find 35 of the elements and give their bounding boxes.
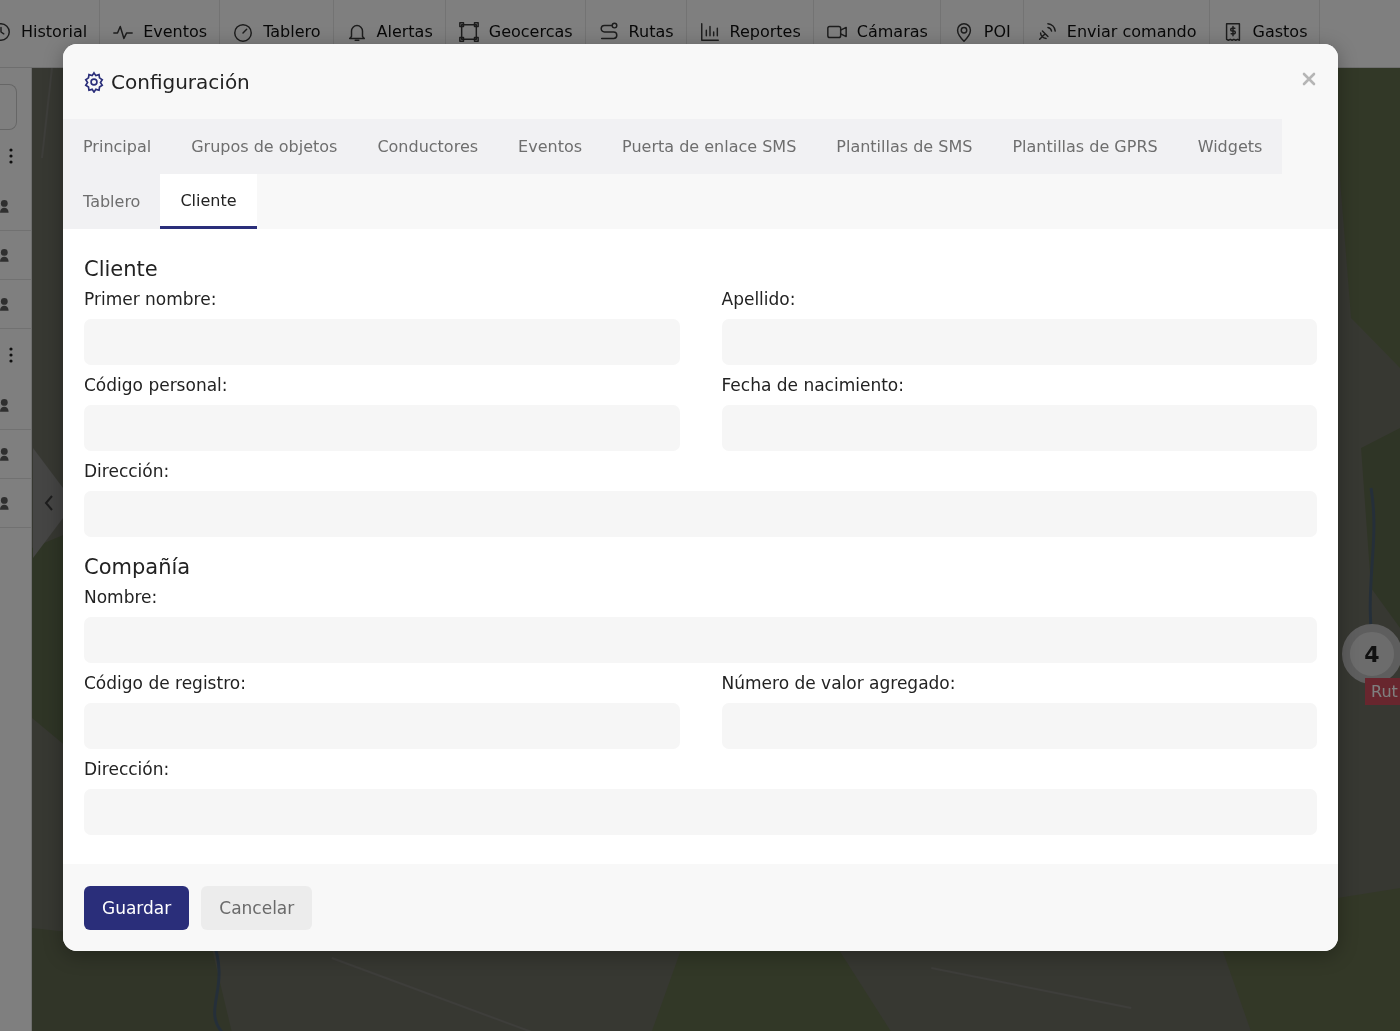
tab[interactable]: Tablero bbox=[63, 174, 161, 229]
tab[interactable]: Widgets bbox=[1177, 119, 1283, 174]
dialog-title: Configuración bbox=[111, 69, 251, 94]
sidebar-button[interactable] bbox=[0, 84, 17, 130]
save-button[interactable]: Guardar bbox=[84, 885, 190, 930]
section-title: Cliente bbox=[84, 257, 159, 281]
tab[interactable]: Principal bbox=[63, 119, 172, 174]
polygon-icon bbox=[457, 21, 480, 43]
field-label: Nombre: bbox=[84, 587, 159, 607]
field-label: Código de registro: bbox=[84, 673, 247, 693]
collapse-icon[interactable] bbox=[33, 448, 63, 558]
field-label: Código personal: bbox=[84, 375, 229, 395]
user-icon bbox=[0, 495, 12, 511]
field-label: Primer nombre: bbox=[84, 289, 218, 309]
route-label: Rut bbox=[1365, 678, 1400, 705]
tab[interactable]: Grupos de objetos bbox=[171, 119, 358, 174]
tab[interactable]: Conductores bbox=[357, 119, 499, 174]
bar-chart-icon bbox=[698, 21, 721, 43]
cancel-button[interactable]: Cancelar bbox=[201, 885, 313, 930]
section-title: Compañía bbox=[84, 555, 192, 579]
close-icon[interactable] bbox=[1302, 71, 1316, 86]
gauge-icon bbox=[232, 21, 255, 43]
more-icon[interactable] bbox=[9, 347, 13, 363]
field-label: Fecha de nacimiento: bbox=[721, 375, 905, 395]
tab[interactable]: Cliente bbox=[160, 174, 257, 229]
settings-icon bbox=[83, 70, 105, 93]
field-label: Dirección: bbox=[84, 759, 171, 779]
field-label: Apellido: bbox=[721, 289, 797, 309]
more-icon[interactable] bbox=[9, 148, 13, 164]
tab[interactable]: Plantillas de SMS bbox=[816, 119, 993, 174]
tab[interactable]: Puerta de enlace SMS bbox=[602, 119, 817, 174]
field-label: Dirección: bbox=[84, 461, 171, 481]
field-label: Número de valor agregado: bbox=[721, 673, 957, 693]
tab[interactable]: Eventos bbox=[498, 119, 603, 174]
tab[interactable]: Plantillas de GPRS bbox=[992, 119, 1178, 174]
